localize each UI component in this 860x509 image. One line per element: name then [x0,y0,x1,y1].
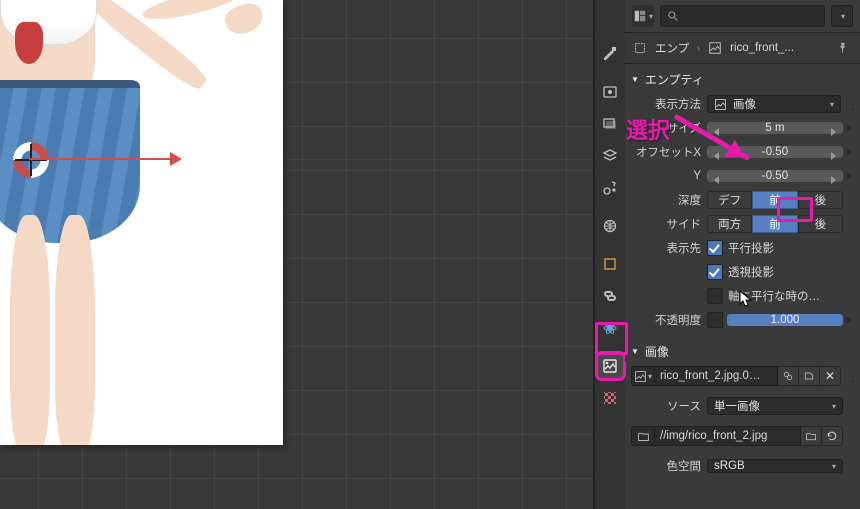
depth-front-button[interactable]: 前 [752,191,797,209]
persp-checkbox[interactable] [707,264,723,280]
image-icon [714,98,727,111]
opacity-slider[interactable]: 1.000 [727,314,843,326]
object-icon [633,41,647,55]
display-method-label: 表示方法 [631,96,707,112]
pin-icon[interactable] [836,41,852,55]
depth-back-button[interactable]: 後 [798,191,843,209]
offsetx-field[interactable]: -0.50 [707,146,843,158]
constraints-tab[interactable] [598,284,623,308]
side-both-button[interactable]: 両方 [707,215,752,233]
object-tab[interactable] [598,252,623,276]
depth-segmented: デフ 前 後 [707,191,843,209]
image-name-field[interactable]: rico_front_2.jpg.0… [655,366,778,386]
fakeuser-button[interactable] [799,366,820,386]
animate-dot-icon[interactable] [845,149,851,155]
image-icon[interactable]: ▾ [631,366,655,386]
panel-title-empty: エンプティ [645,71,704,88]
offsety-label: Y [631,170,707,182]
panel-drag-icon[interactable] [847,369,852,383]
viewport-3d[interactable] [0,0,594,509]
animate-dot-icon[interactable] [845,317,851,323]
chevron-down-icon: ▾ [830,100,834,109]
opacity-toggle[interactable] [707,312,723,328]
colorspace-label: 色空間 [631,458,707,474]
filepath-input[interactable]: //img/rico_front_2.jpg [655,426,801,446]
offsetx-label: オフセットX [631,144,707,160]
axis-x-gizmo[interactable] [29,156,189,162]
ortho-checkbox[interactable] [707,240,723,256]
display-method-dropdown[interactable]: 画像 ▾ [707,95,841,113]
panel-drag-icon[interactable] [847,97,852,111]
animate-dot-icon[interactable] [845,173,851,179]
depth-default-button[interactable]: デフ [707,191,752,209]
offsety-field[interactable]: -0.50 [707,170,843,182]
empty-panel-header[interactable]: ▼ エンプティ [625,68,860,90]
image-datablock: ▾ rico_front_2.jpg.0… ✕ [631,366,841,386]
tool-tab[interactable] [598,42,623,66]
colorspace-dropdown[interactable]: sRGB ▾ [707,459,843,473]
properties-tab-strip [595,0,625,509]
unlink-button[interactable]: ✕ [820,366,841,386]
properties-header: ▾ ▾ [625,0,860,33]
viewlayer-tab[interactable] [598,144,623,168]
display-method-value: 画像 [733,96,756,112]
axis-parallel-checkbox[interactable] [707,288,723,304]
texture-tab[interactable] [598,386,623,410]
side-segmented: 両方 前 後 [707,215,843,233]
physics-tab[interactable] [598,316,623,340]
breadcrumb-object[interactable]: エンプ [655,40,689,56]
mouse-cursor-icon [739,290,753,308]
breadcrumb-data[interactable]: rico_front_... [730,42,794,54]
options-menu[interactable]: ▾ [831,5,853,27]
folder-icon[interactable] [631,426,655,446]
source-dropdown[interactable]: 単一画像 ▾ [707,397,843,415]
side-front-button[interactable]: 前 [752,215,797,233]
world-tab[interactable] [598,214,623,238]
colorspace-value: sRGB [714,460,745,472]
search-input[interactable] [660,5,825,27]
collapse-icon: ▼ [631,347,639,356]
source-label: ソース [631,398,707,414]
breadcrumb-chev-icon: › [697,43,700,53]
output-tab[interactable] [598,112,623,136]
scene-tab[interactable] [598,176,623,200]
size-field[interactable]: 5 m [707,122,843,134]
filepath-field: //img/rico_front_2.jpg [631,426,843,446]
breadcrumb: エンプ › rico_front_... [625,33,860,64]
ortho-label: 平行投影 [728,240,774,256]
image-icon [708,41,722,55]
depth-label: 深度 [631,192,707,208]
render-tab[interactable] [598,80,623,104]
objectdata-tab[interactable] [598,354,623,378]
browse-button[interactable] [801,426,822,446]
chevron-down-icon: ▾ [832,402,836,411]
reload-button[interactable] [822,426,843,446]
displayto-label: 表示先 [631,240,707,256]
users-button[interactable] [778,366,799,386]
editor-type-menu[interactable]: ▾ [632,5,654,27]
properties-panel: ▾ ▾ エンプ › rico_front_... ▼ [625,0,860,509]
animate-dot-icon[interactable] [845,125,851,131]
persp-label: 透視投影 [728,264,774,280]
collapse-icon: ▼ [631,75,639,84]
image-panel-header[interactable]: ▼ 画像 [625,340,860,362]
opacity-label: 不透明度 [631,312,707,328]
size-label: サイズ [631,120,707,136]
reference-image-empty[interactable] [0,0,283,445]
side-back-button[interactable]: 後 [798,215,843,233]
source-value: 単一画像 [714,398,760,414]
side-label: サイド [631,216,707,232]
chevron-down-icon: ▾ [832,462,836,471]
panel-title-image: 画像 [645,343,669,360]
